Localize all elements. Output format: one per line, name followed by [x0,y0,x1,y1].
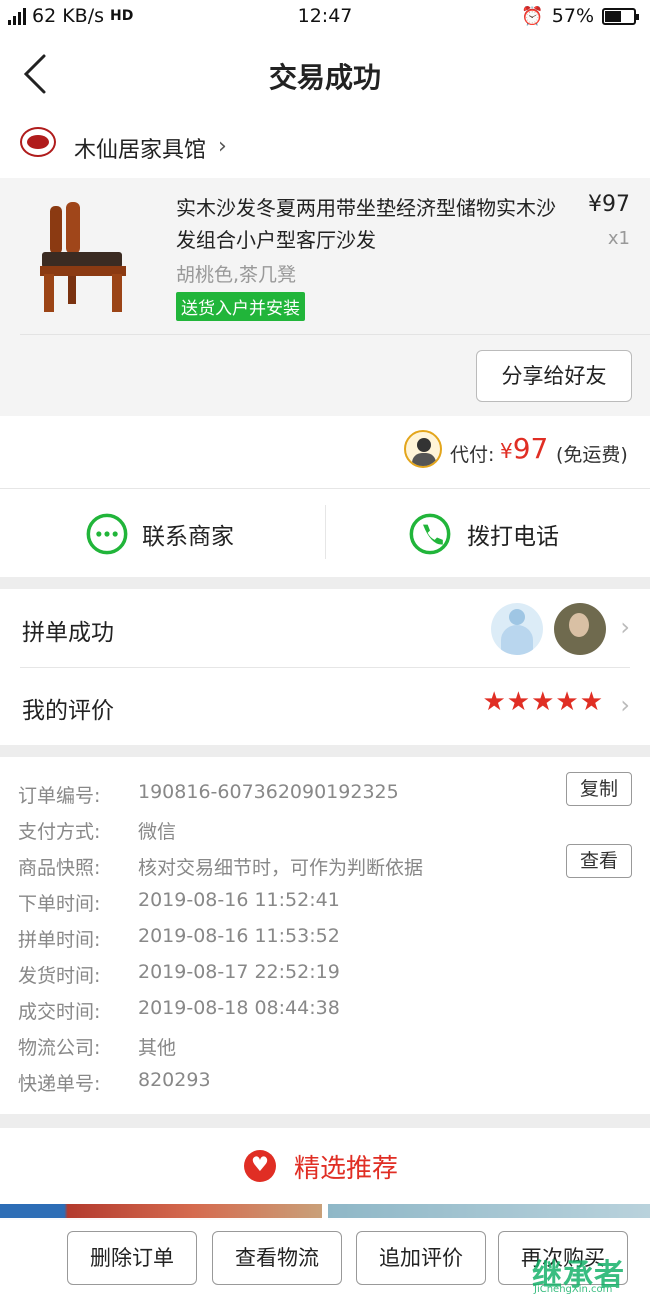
chevron-right-icon: › [620,613,630,641]
shipping-note: (免运费) [556,444,628,466]
order-number: 190816-607362090192325 [138,781,399,803]
divider [20,334,650,335]
product-price: ¥97 [588,192,630,217]
logistics-company-row: 物流公司: 其他 [0,1027,650,1063]
detail-value: 2019-08-16 11:52:41 [138,889,340,911]
call-button[interactable]: 拨打电话 [325,489,650,577]
add-review-button[interactable]: 追加评价 [356,1231,486,1285]
shop-name: 木仙居家具馆 [74,138,207,163]
watermark: 继承者 JiChengXin.com [532,1246,648,1300]
detail-key: 拼单时间: [18,929,101,951]
product-title: 实木沙发冬夏两用带坐垫经济型储物实木沙发组合小户型客厅沙发 [176,196,556,252]
rating-stars: ★★★★★ [482,687,604,717]
snapshot-row: 商品快照: 核对交易细节时，可作为判断依据 查看 [0,844,650,883]
heart-icon [244,1150,276,1182]
call-label: 拨打电话 [467,524,559,550]
detail-key: 发货时间: [18,965,101,987]
chat-icon [86,513,128,555]
contact-merchant-label: 联系商家 [142,524,234,550]
detail-key: 下单时间: [18,893,101,915]
detail-key: 支付方式: [18,821,101,843]
detail-value: 核对交易细节时，可作为判断依据 [138,857,424,879]
my-review-row[interactable]: 我的评价 ★★★★★ › [0,667,650,745]
product-card[interactable]: 实木沙发冬夏两用带坐垫经济型储物实木沙发组合小户型客厅沙发 ¥97 x1 胡桃色… [0,178,650,416]
payment-row: 代付: ¥97 (免运费) [0,416,650,489]
view-logistics-button[interactable]: 查看物流 [212,1231,342,1285]
detail-key: 物流公司: [18,1037,101,1059]
detail-value: 2019-08-17 22:52:19 [138,961,340,983]
detail-value: 820293 [138,1069,211,1091]
order-details: 订单编号: 190816-607362090192325 复制 支付方式: 微信… [0,757,650,1114]
group-buy-label: 拼单成功 [22,620,114,646]
copy-button[interactable]: 复制 [566,772,632,806]
payer-avatar [404,430,442,468]
alarm-icon: ⏰ [521,5,544,27]
chevron-right-icon: › [620,691,630,719]
battery-icon [602,7,639,25]
contact-merchant-button[interactable]: 联系商家 [0,489,325,577]
detail-value: 2019-08-18 08:44:38 [138,997,340,1019]
service-tag: 送货入户并安装 [176,292,305,321]
order-number-row: 订单编号: 190816-607362090192325 复制 [0,772,650,811]
group-buy-row[interactable]: 拼单成功 › [0,589,650,667]
contact-bar: 联系商家 拨打电话 [0,489,650,577]
detail-key: 商品快照: [18,857,101,879]
detail-key: 成交时间: [18,1001,101,1023]
delete-order-button[interactable]: 删除订单 [67,1231,197,1285]
view-snapshot-button[interactable]: 查看 [566,844,632,878]
shop-row[interactable]: 木仙居家具馆 › [0,114,650,178]
my-review-label: 我的评价 [22,698,114,724]
member-avatar [491,603,543,655]
detail-value: 2019-08-16 11:53:52 [138,925,340,947]
phone-icon [409,513,451,555]
recommend-header: 精选推荐 [0,1128,650,1204]
watermark-url: JiChengXin.com [534,1284,613,1295]
detail-key: 快递单号: [18,1073,101,1095]
payment-label: 代付: [450,444,495,466]
detail-value: 微信 [138,821,177,843]
group-time-row: 拼单时间: 2019-08-16 11:53:52 [0,919,650,955]
ship-time-row: 发货时间: 2019-08-17 22:52:19 [0,955,650,991]
nav-bar: 交易成功 [0,34,650,114]
member-avatar [554,603,606,655]
payment-method-row: 支付方式: 微信 [0,811,650,847]
recommend-label: 精选推荐 [294,1154,399,1184]
shop-logo [20,127,56,157]
battery-percent: 57% [551,5,594,27]
detail-key: 订单编号: [18,785,101,807]
payment-amount: ¥97 [500,432,549,465]
order-time-row: 下单时间: 2019-08-16 11:52:41 [0,883,650,919]
group-review-section: 拼单成功 › 我的评价 ★★★★★ › [0,589,650,745]
deal-time-row: 成交时间: 2019-08-18 08:44:38 [0,991,650,1027]
product-quantity: x1 [607,228,630,249]
share-button[interactable]: 分享给好友 [476,350,632,402]
status-bar: 62 KB/s HD 12:47 ⏰ 57% [0,0,650,34]
product-image [40,202,126,312]
tracking-number-row: 快递单号: 820293 [0,1063,650,1099]
chevron-right-icon: › [218,134,227,159]
detail-value: 其他 [138,1037,177,1059]
page-title: 交易成功 [268,61,381,94]
product-spec: 胡桃色,茶几凳 [176,264,297,286]
